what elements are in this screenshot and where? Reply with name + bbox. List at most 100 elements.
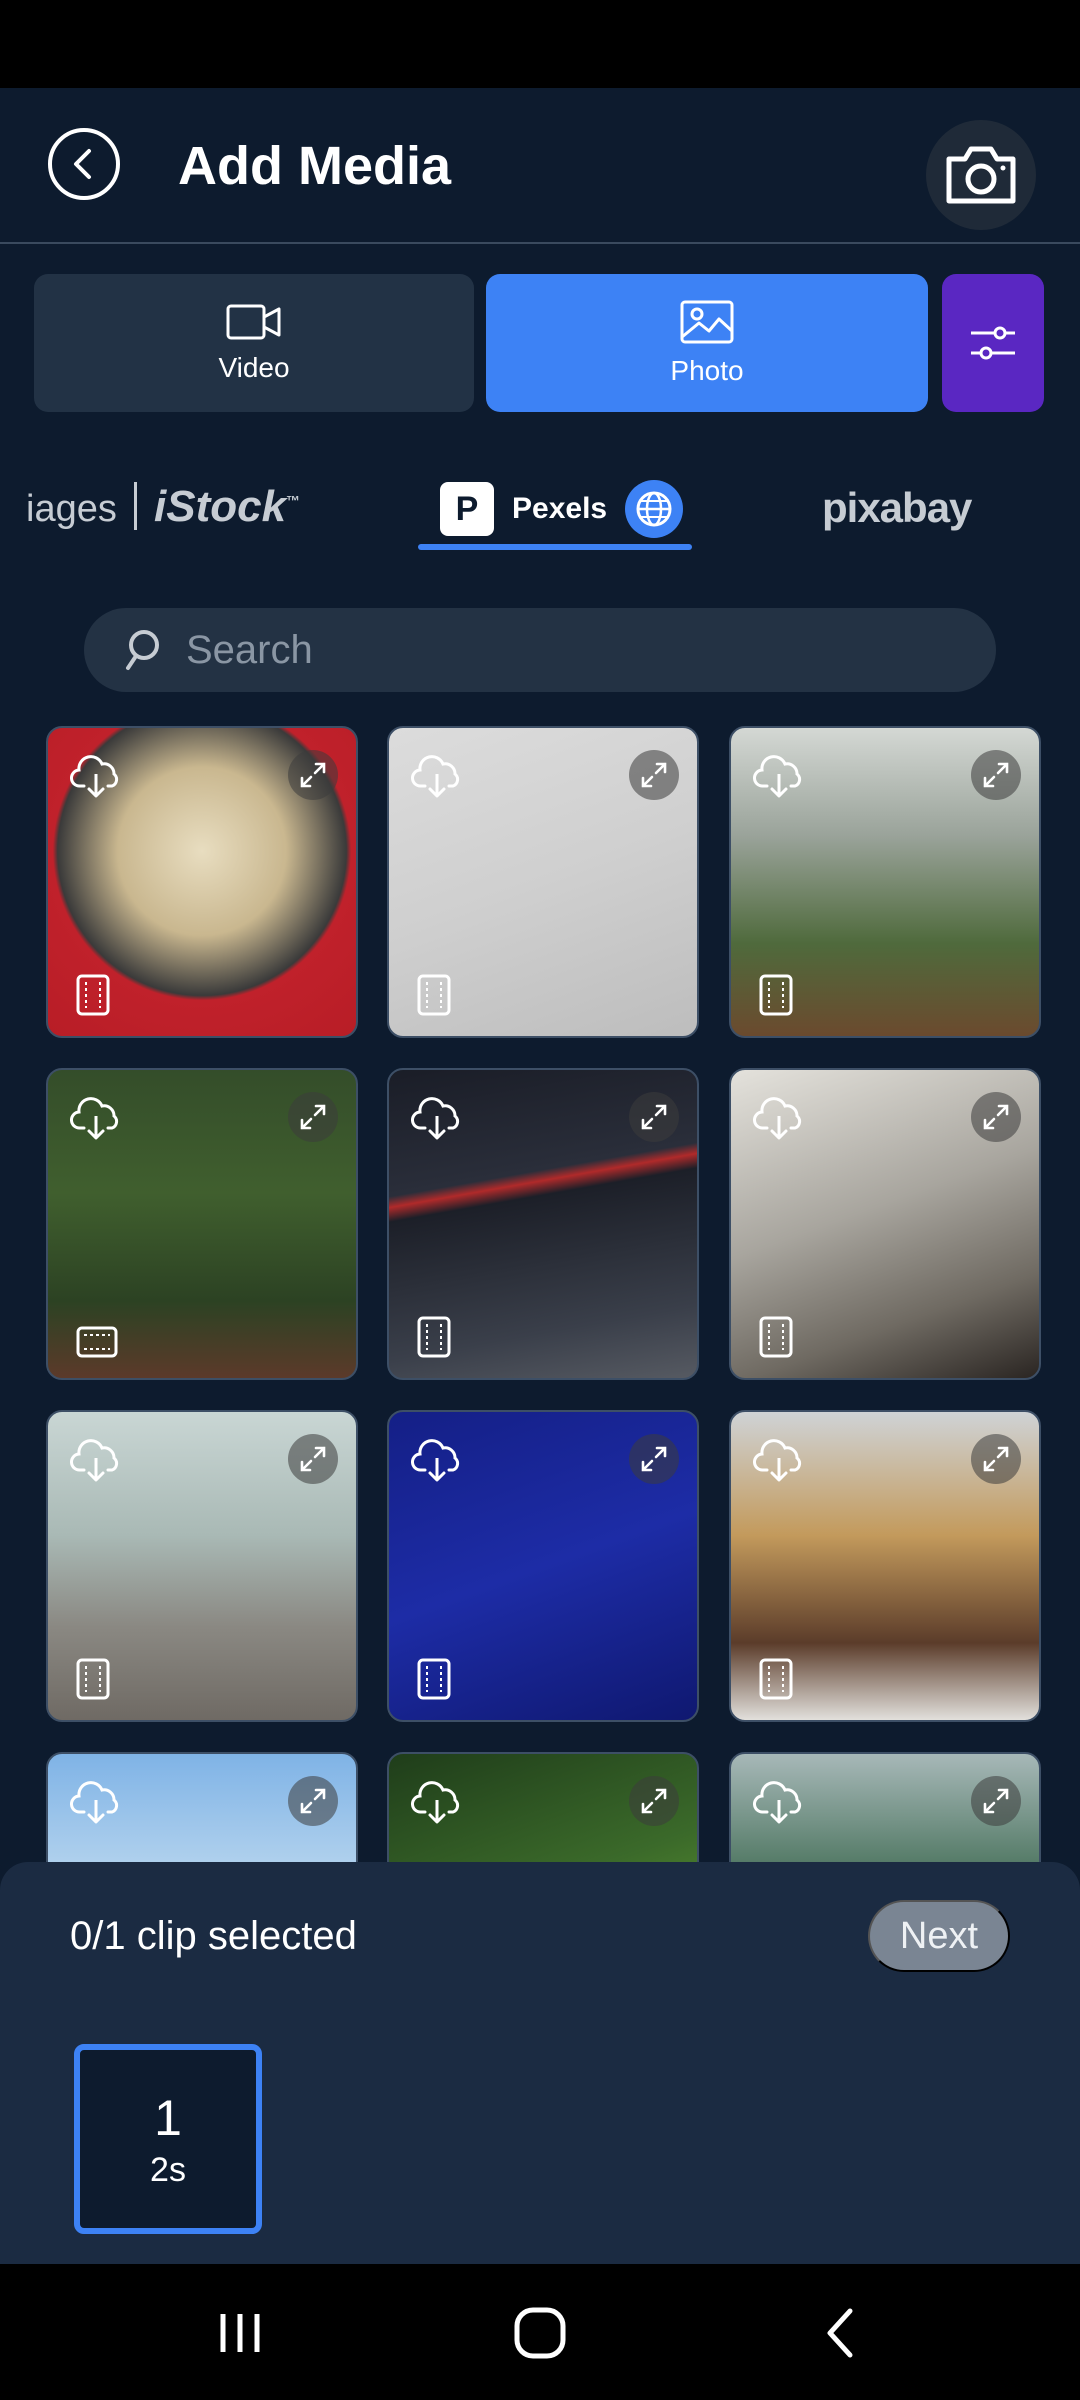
portrait-aspect-icon xyxy=(759,974,793,1016)
navigation-bar xyxy=(0,2264,1080,2400)
expand-icon xyxy=(641,762,667,788)
clip-duration: 2s xyxy=(150,2150,186,2189)
expand-button[interactable] xyxy=(288,1776,338,1826)
media-tile[interactable] xyxy=(729,1068,1041,1380)
expand-icon xyxy=(983,1104,1009,1130)
expand-icon xyxy=(641,1104,667,1130)
expand-button[interactable] xyxy=(971,1434,1021,1484)
media-tile[interactable] xyxy=(387,1752,699,1862)
expand-icon xyxy=(983,1788,1009,1814)
cloud-download-icon[interactable] xyxy=(70,1780,122,1826)
source-tabs: iages iStock™ P Pexels pixabay xyxy=(0,460,1080,560)
media-tile[interactable] xyxy=(387,726,699,1038)
media-tile[interactable] xyxy=(387,1410,699,1722)
expand-icon xyxy=(983,762,1009,788)
expand-button[interactable] xyxy=(629,1092,679,1142)
expand-icon xyxy=(300,1104,326,1130)
media-type-tabs: Video Photo xyxy=(34,274,1044,412)
search-input[interactable] xyxy=(186,627,946,673)
cloud-download-icon[interactable] xyxy=(70,1096,122,1142)
chevron-left-icon xyxy=(74,149,91,179)
home-icon xyxy=(514,2307,566,2359)
source-getty-images[interactable]: iages xyxy=(26,488,117,531)
expand-button[interactable] xyxy=(971,1092,1021,1142)
media-tile[interactable] xyxy=(46,726,358,1038)
home-button[interactable] xyxy=(490,2298,590,2368)
video-camera-icon xyxy=(226,304,281,340)
media-tile[interactable] xyxy=(46,1410,358,1722)
cloud-download-icon[interactable] xyxy=(411,754,463,800)
expand-icon xyxy=(983,1446,1009,1472)
expand-button[interactable] xyxy=(288,750,338,800)
portrait-aspect-icon xyxy=(417,974,451,1016)
cloud-download-icon[interactable] xyxy=(753,1780,805,1826)
selection-count: 0/1 clip selected xyxy=(70,1914,357,1958)
portrait-aspect-icon xyxy=(759,1658,793,1700)
expand-button[interactable] xyxy=(629,750,679,800)
recent-apps-button[interactable] xyxy=(190,2298,290,2368)
expand-icon xyxy=(641,1788,667,1814)
media-tile[interactable] xyxy=(46,1752,358,1862)
expand-button[interactable] xyxy=(629,1434,679,1484)
source-pexels-label: Pexels xyxy=(512,492,608,525)
selection-panel: 0/1 clip selected Next 1 2s xyxy=(0,1862,1080,2264)
next-button[interactable]: Next xyxy=(868,1900,1010,1972)
cloud-download-icon[interactable] xyxy=(411,1096,463,1142)
tab-video[interactable]: Video xyxy=(34,274,474,412)
camera-button[interactable] xyxy=(926,120,1036,230)
portrait-aspect-icon xyxy=(759,1316,793,1358)
expand-button[interactable] xyxy=(971,750,1021,800)
portrait-aspect-icon xyxy=(417,1658,451,1700)
expand-icon xyxy=(300,1788,326,1814)
back-button[interactable] xyxy=(48,128,120,200)
expand-button[interactable] xyxy=(629,1776,679,1826)
recent-apps-icon xyxy=(220,2314,260,2352)
portrait-aspect-icon xyxy=(76,1658,110,1700)
back-arrow-icon xyxy=(827,2308,853,2358)
media-tile[interactable] xyxy=(387,1068,699,1380)
portrait-aspect-icon xyxy=(417,1316,451,1358)
expand-icon xyxy=(300,1446,326,1472)
portrait-aspect-icon xyxy=(76,974,110,1016)
tab-photo-label: Photo xyxy=(670,355,744,386)
media-tile[interactable] xyxy=(729,1752,1041,1862)
media-tile[interactable] xyxy=(729,1410,1041,1722)
filter-button[interactable] xyxy=(942,274,1044,412)
source-pexels[interactable]: P Pexels xyxy=(440,480,684,538)
cloud-download-icon[interactable] xyxy=(753,1096,805,1142)
cloud-download-icon[interactable] xyxy=(753,1438,805,1484)
status-bar xyxy=(0,0,1080,88)
active-source-indicator xyxy=(418,544,692,550)
media-tile[interactable] xyxy=(729,726,1041,1038)
source-pixabay[interactable]: pixabay xyxy=(822,484,972,532)
media-grid xyxy=(0,726,1080,1862)
search-icon xyxy=(126,630,159,670)
cloud-download-icon[interactable] xyxy=(70,1438,122,1484)
clip-number: 1 xyxy=(154,2089,182,2146)
pexels-logo: P xyxy=(440,482,494,536)
header: Add Media xyxy=(0,88,1080,244)
clip-slot[interactable]: 1 2s xyxy=(74,2044,262,2234)
landscape-aspect-icon xyxy=(76,1326,118,1358)
expand-icon xyxy=(641,1446,667,1472)
source-istock[interactable]: iStock™ xyxy=(154,482,300,532)
expand-icon xyxy=(300,762,326,788)
cloud-download-icon[interactable] xyxy=(411,1780,463,1826)
media-tile[interactable] xyxy=(46,1068,358,1380)
camera-icon xyxy=(946,146,1016,204)
search-bar[interactable] xyxy=(84,608,996,692)
image-icon xyxy=(680,300,734,344)
source-divider xyxy=(134,482,137,530)
sliders-icon xyxy=(971,326,1015,360)
expand-button[interactable] xyxy=(971,1776,1021,1826)
system-back-button[interactable] xyxy=(790,2298,890,2368)
expand-button[interactable] xyxy=(288,1434,338,1484)
cloud-download-icon[interactable] xyxy=(753,754,805,800)
tab-photo[interactable]: Photo xyxy=(486,274,928,412)
cloud-download-icon[interactable] xyxy=(70,754,122,800)
globe-icon xyxy=(625,480,684,538)
expand-button[interactable] xyxy=(288,1092,338,1142)
page-title: Add Media xyxy=(178,136,452,196)
tab-video-label: Video xyxy=(218,352,290,383)
cloud-download-icon[interactable] xyxy=(411,1438,463,1484)
